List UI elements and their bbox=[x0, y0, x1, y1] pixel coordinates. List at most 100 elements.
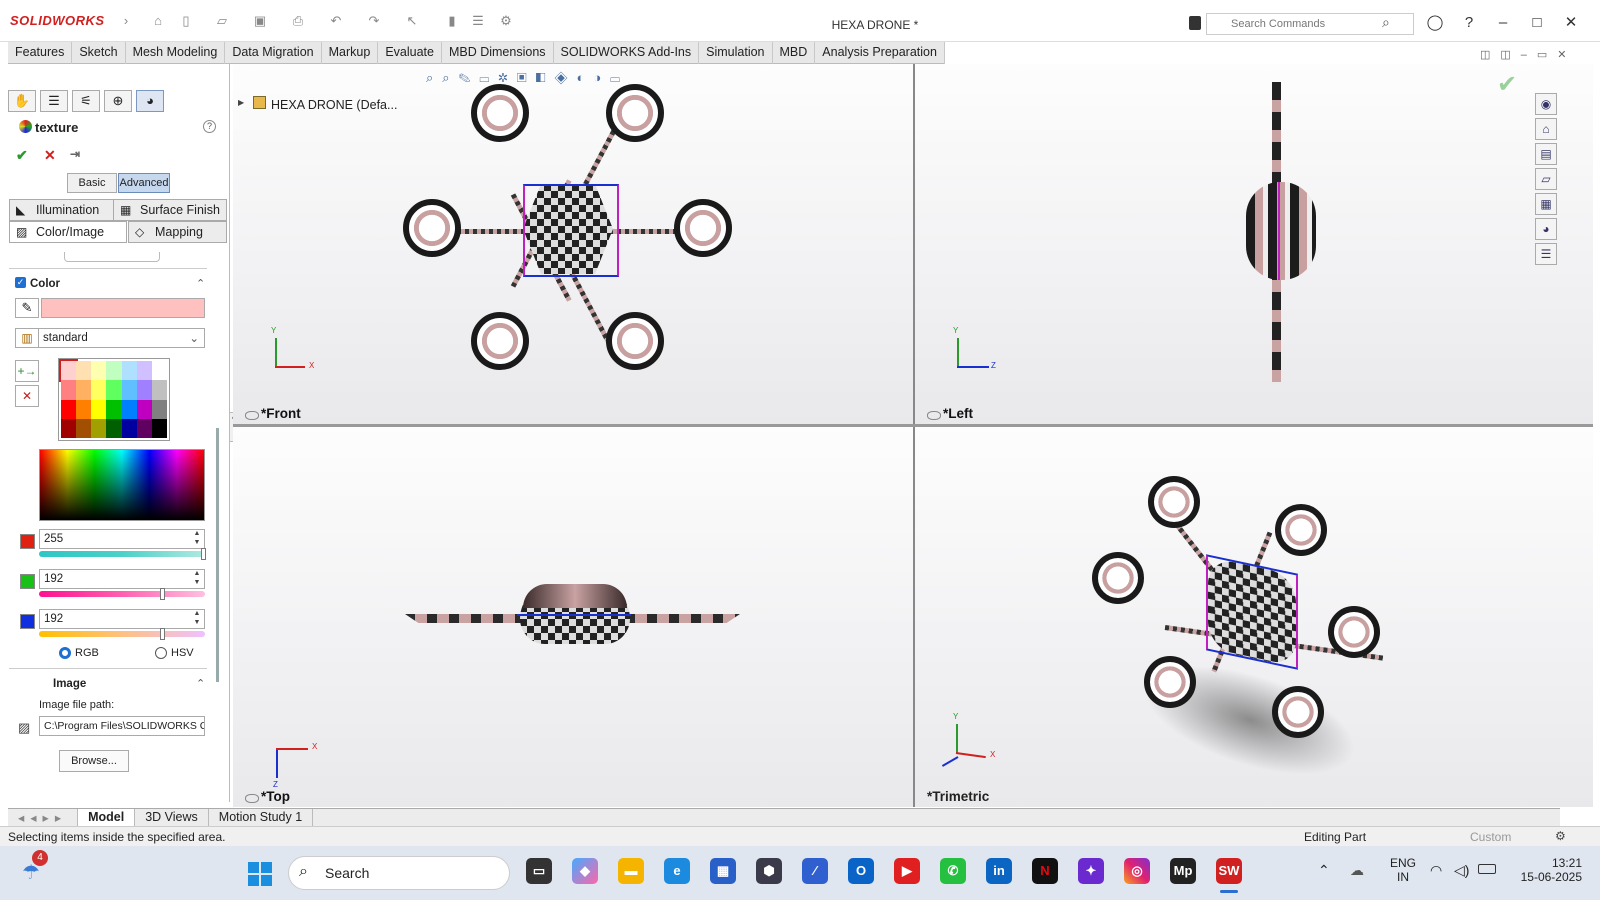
task-view-icon[interactable]: ▭ bbox=[526, 858, 552, 884]
custom-properties-icon[interactable]: ☰ bbox=[1535, 243, 1557, 265]
collapse-chevron-icon[interactable]: ⌃ bbox=[196, 677, 205, 690]
tab-mbd-dimensions[interactable]: MBD Dimensions bbox=[442, 42, 554, 64]
color-swatch-cell[interactable] bbox=[106, 380, 122, 400]
units-status[interactable]: Custom bbox=[1470, 830, 1511, 844]
tab-scroll-arrows[interactable]: ◂◂▸▸ bbox=[8, 809, 79, 826]
color-swatch-cell[interactable] bbox=[121, 380, 137, 400]
minimize-button[interactable]: – bbox=[1492, 14, 1514, 32]
color-swatch-cell[interactable] bbox=[91, 380, 107, 400]
file-properties-icon[interactable]: ☰ bbox=[470, 14, 486, 28]
volume-icon[interactable]: ◁) bbox=[1454, 862, 1469, 879]
rebuild-icon[interactable]: ▮ bbox=[444, 14, 460, 28]
select-icon[interactable]: ↖ bbox=[404, 14, 420, 28]
onedrive-icon[interactable]: ☁ bbox=[1350, 862, 1364, 879]
instagram-icon[interactable]: ◎ bbox=[1124, 858, 1150, 884]
color-swatch-cell[interactable] bbox=[121, 399, 137, 419]
confirm-check-icon[interactable]: ✔ bbox=[1497, 70, 1517, 99]
color-swatch-cell[interactable] bbox=[61, 418, 77, 438]
color-swatch-cell[interactable] bbox=[58, 358, 79, 383]
help-icon[interactable]: ? bbox=[1458, 14, 1480, 32]
browse-button[interactable]: Browse... bbox=[59, 750, 129, 772]
color-swatch-cell[interactable] bbox=[76, 380, 92, 400]
color-swatch-cell[interactable] bbox=[151, 380, 167, 400]
viewport-splitter-horizontal[interactable] bbox=[233, 424, 1593, 427]
maximize-button[interactable]: □ bbox=[1526, 14, 1548, 32]
redo-icon[interactable]: ↷ bbox=[366, 14, 382, 28]
feature-manager-icon[interactable]: ✋ bbox=[8, 90, 36, 112]
tab-evaluate[interactable]: Evaluate bbox=[378, 42, 442, 64]
tab-solidworks-add-ins[interactable]: SOLIDWORKS Add-Ins bbox=[554, 42, 700, 64]
advanced-button[interactable]: Advanced bbox=[118, 173, 170, 193]
drone-trimetric-model[interactable] bbox=[1092, 476, 1400, 797]
color-swatch-cell[interactable] bbox=[151, 418, 167, 438]
color-swatch-grid[interactable] bbox=[58, 358, 170, 441]
palette-select[interactable]: standard ⌄ bbox=[38, 328, 205, 348]
collapse-chevron-icon[interactable]: ⌃ bbox=[196, 277, 205, 290]
options-gear-icon[interactable]: ⚙ bbox=[498, 14, 514, 28]
whatsapp-icon[interactable]: ✆ bbox=[940, 858, 966, 884]
file-explorer-icon[interactable]: ▬ bbox=[618, 858, 644, 884]
pushpin-icon[interactable]: ⇥ bbox=[70, 147, 80, 161]
blue-slider[interactable] bbox=[39, 628, 205, 640]
color-swatch-cell[interactable] bbox=[76, 399, 92, 419]
color-swatch-cell[interactable] bbox=[136, 399, 152, 419]
color-spectrum-picker[interactable] bbox=[39, 449, 205, 521]
chevron-up-icon[interactable]: ⌃ bbox=[1318, 862, 1330, 879]
math-app-icon[interactable]: ∕ bbox=[802, 858, 828, 884]
close-button[interactable]: ✕ bbox=[1560, 14, 1582, 32]
green-spinner[interactable]: ▲ ▼ bbox=[190, 569, 204, 589]
tab-simulation[interactable]: Simulation bbox=[699, 42, 773, 64]
tab-mesh-modeling[interactable]: Mesh Modeling bbox=[126, 42, 226, 64]
color-swatch-cell[interactable] bbox=[91, 361, 107, 381]
red-value-input[interactable]: 255 bbox=[39, 529, 205, 549]
current-color-swatch[interactable] bbox=[41, 298, 205, 318]
edge-icon[interactable]: e bbox=[664, 858, 690, 884]
solidworks-taskbar-icon[interactable]: SW bbox=[1216, 858, 1242, 884]
color-swatch-cell[interactable] bbox=[151, 399, 167, 419]
store-icon[interactable]: ▦ bbox=[710, 858, 736, 884]
hsv-radio[interactable] bbox=[155, 647, 167, 659]
drone-top-model[interactable] bbox=[405, 578, 740, 648]
tab-features[interactable]: Features bbox=[8, 42, 73, 64]
slider-thumb[interactable] bbox=[159, 628, 165, 640]
eyedropper-icon[interactable]: ✎ bbox=[15, 298, 39, 318]
color-swatch-cell[interactable] bbox=[76, 361, 92, 381]
solidworks-resources-icon[interactable]: ◉ bbox=[1535, 93, 1557, 115]
account-icon[interactable]: ◯ bbox=[1424, 14, 1446, 32]
open-icon[interactable]: ▱ bbox=[214, 14, 230, 28]
netflix-icon[interactable]: N bbox=[1032, 858, 1058, 884]
tab-surface-finish[interactable]: ▦ Surface Finish bbox=[113, 199, 227, 221]
taskbar-search-box[interactable]: ⌕ Search bbox=[288, 856, 510, 890]
wifi-icon[interactable]: ◠ bbox=[1430, 862, 1442, 879]
tab-3d-views[interactable]: 3D Views bbox=[135, 809, 209, 826]
view-palette-icon[interactable]: ▦ bbox=[1535, 193, 1557, 215]
panel-scrollbar[interactable] bbox=[216, 428, 219, 682]
color-swatch-cell[interactable] bbox=[91, 418, 107, 438]
viewport-window-controls[interactable]: ◫◫–▭✕ bbox=[1480, 48, 1577, 61]
tab-model[interactable]: Model bbox=[78, 809, 136, 826]
home-icon[interactable]: ⌂ bbox=[1535, 118, 1557, 140]
search-icon[interactable]: ⌕ bbox=[1382, 14, 1390, 31]
save-icon[interactable]: ▣ bbox=[252, 14, 268, 28]
design-library-icon[interactable]: ▤ bbox=[1535, 143, 1557, 165]
slider-thumb[interactable] bbox=[201, 548, 206, 560]
print-icon[interactable]: ⎙ bbox=[290, 14, 306, 28]
color-swatch-cell[interactable] bbox=[136, 380, 152, 400]
color-swatch-cell[interactable] bbox=[136, 361, 152, 381]
home-icon[interactable]: ⌂ bbox=[150, 14, 166, 28]
tab-color-image[interactable]: ▨ Color/Image bbox=[9, 221, 127, 243]
language-indicator[interactable]: ENG IN bbox=[1390, 856, 1416, 884]
color-swatch-cell[interactable] bbox=[121, 418, 137, 438]
viewport-splitter-vertical[interactable] bbox=[913, 64, 915, 807]
color-checkbox[interactable]: ✓ bbox=[15, 277, 26, 288]
color-swatch-cell[interactable] bbox=[61, 399, 77, 419]
drone-left-model[interactable] bbox=[1244, 82, 1324, 382]
cancel-x-icon[interactable]: ✕ bbox=[44, 147, 56, 164]
help-icon[interactable]: ? bbox=[203, 120, 216, 133]
clock[interactable]: 13:21 15-06-2025 bbox=[1514, 856, 1582, 884]
undo-icon[interactable]: ↶ bbox=[328, 14, 344, 28]
configuration-manager-icon[interactable]: ⚟ bbox=[72, 90, 100, 112]
tab-illumination[interactable]: ◣ Illumination bbox=[9, 199, 127, 221]
appearances-icon[interactable]: ◕ bbox=[1535, 218, 1557, 240]
outlook-icon[interactable]: O bbox=[848, 858, 874, 884]
